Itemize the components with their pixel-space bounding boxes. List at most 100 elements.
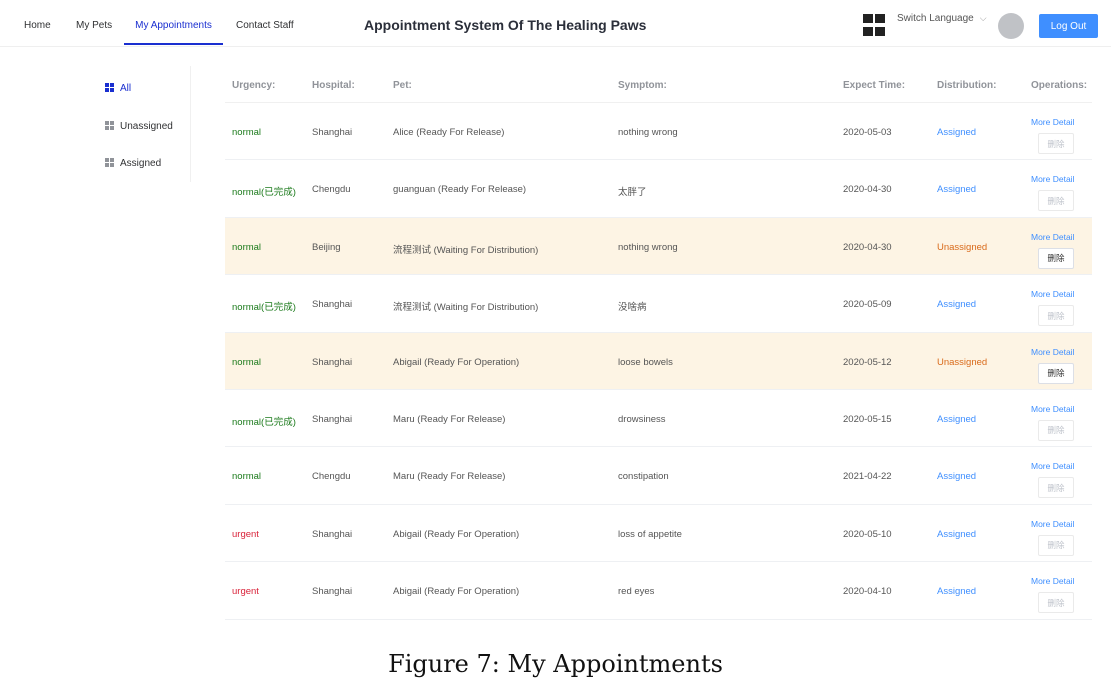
more-detail-link[interactable]: More Detail [1031,232,1074,242]
delete-button[interactable]: 删除 [1038,133,1074,154]
cell-urgency: normal(已完成) [232,302,296,314]
cell-pet: guanguan (Ready For Release) [393,184,527,196]
cell-urgency: urgent [232,586,259,598]
nav-my-appointments[interactable]: My Appointments [124,0,223,45]
cell-hospital: Shanghai [312,586,353,598]
cell-urgency: normal [232,356,262,368]
cell-hospital: Shanghai [312,356,353,368]
filter-assigned[interactable]: Assigned [105,158,161,169]
switch-language-dropdown[interactable]: Switch Language ⌵ [897,13,987,24]
nav-home[interactable]: Home [24,0,51,45]
grid-filter-icon [105,83,114,92]
delete-button[interactable]: 删除 [1038,419,1074,441]
more-detail-link[interactable]: More Detail [1031,576,1074,586]
cell-pet: Abigail (Ready For Operation) [393,528,520,540]
cell-urgency: normal(已完成) [232,416,296,428]
cell-symptom: loss of appetite [618,528,682,540]
cell-pet: 流程测试 (Waiting For Distribution) [393,302,539,314]
cell-expect-time: 2020-04-10 [843,586,892,598]
cell-expect-time: 2020-05-09 [843,299,892,311]
cell-distribution: Unassigned [937,356,988,368]
cell-pet: Maru (Ready For Release) [393,413,506,425]
delete-button[interactable]: 删除 [1038,305,1074,327]
grid-filter-icon [105,121,114,130]
cell-hospital: Shanghai [312,127,353,138]
cell-pet: 流程测试 (Waiting For Distribution) [393,244,539,256]
cell-urgency: normal [232,127,262,138]
filter-label: Assigned [120,158,162,169]
cell-expect-time: 2020-05-03 [843,127,892,138]
cell-symptom: loose bowels [618,356,673,368]
table-row: normal(已完成) Chengdu guanguan (Ready For Re… [225,160,1092,218]
table-header: Urgency: Hospital: Pet: Symptom: Expect … [225,68,1092,103]
cell-pet: Abigail (Ready For Operation) [393,356,520,368]
table-row: normal Shanghai Abigail (Ready For Operati… [225,332,1092,390]
cell-expect-time: 2021-04-22 [843,471,892,483]
delete-button[interactable]: 删除 [1038,190,1074,212]
app-title: Appointment System Of The Healing Paws [364,17,647,33]
cell-urgency: normal(已完成) [232,187,296,199]
cell-hospital: Shanghai [312,299,353,311]
column-header-distribution: Distribution: [937,80,997,91]
figure-caption: Figure 7: My Appointments [388,650,723,678]
cell-expect-time: 2020-04-30 [843,184,892,196]
delete-button[interactable]: 删除 [1038,362,1074,384]
filter-label: All [120,83,132,94]
column-header-operations: Operations: [1031,80,1088,91]
column-header-hospital: Hospital: [312,80,355,91]
cell-distribution: Assigned [937,586,977,598]
logout-button[interactable]: Log Out [1039,14,1098,38]
column-header-symptom: Symptom: [618,80,667,91]
table-row: normal(已完成) Shanghai 流程测试 (Waiting For Dis… [225,275,1092,333]
table-row: urgent Shanghai Abigail (Ready For Operati… [225,505,1092,563]
table-body: normal Shanghai Alice (Ready For Release) n… [225,103,1092,620]
delete-button[interactable]: 删除 [1038,592,1074,614]
cell-urgency: urgent [232,528,259,540]
more-detail-link[interactable]: More Detail [1031,174,1074,184]
cell-distribution: Assigned [937,127,977,138]
nav-contact-staff[interactable]: Contact Staff [236,0,294,45]
filter-label: Unassigned [120,121,173,132]
filter-all[interactable]: All [105,83,131,94]
cell-expect-time: 2020-05-15 [843,413,892,425]
filter-unassigned[interactable]: Unassigned [105,121,173,132]
cell-distribution: Assigned [937,528,977,540]
delete-button[interactable]: 删除 [1038,247,1074,269]
cell-pet: Maru (Ready For Release) [393,471,506,483]
cell-urgency: normal [232,241,262,253]
more-detail-link[interactable]: More Detail [1031,519,1074,529]
more-detail-link[interactable]: More Detail [1031,289,1074,299]
cell-hospital: Chengdu [312,471,351,483]
cell-pet: Alice (Ready For Release) [393,127,505,138]
grid-menu-icon[interactable] [863,14,886,37]
delete-button[interactable]: 删除 [1038,477,1074,499]
avatar[interactable] [998,13,1024,39]
table-row: normal(已完成) Shanghai Maru (Ready For Relea… [225,390,1092,448]
column-header-urgency: Urgency: [232,80,276,91]
cell-symptom: 太胖了 [618,187,647,199]
filter-sidebar: All Unassigned Assigned [100,66,191,182]
more-detail-link[interactable]: More Detail [1031,404,1074,414]
cell-expect-time: 2020-05-10 [843,528,892,540]
cell-symptom: nothing wrong [618,241,678,253]
cell-distribution: Unassigned [937,241,988,253]
chevron-down-icon: ⌵ [979,13,987,23]
cell-expect-time: 2020-04-30 [843,241,892,253]
column-header-expect-time: Expect Time: [843,80,906,91]
cell-distribution: Assigned [937,471,977,483]
more-detail-link[interactable]: More Detail [1031,117,1074,127]
delete-button[interactable]: 删除 [1038,534,1074,556]
grid-filter-icon [105,158,114,167]
cell-pet: Abigail (Ready For Operation) [393,586,520,598]
cell-distribution: Assigned [937,184,977,196]
table-row: normal Chengdu Maru (Ready For Release) con… [225,447,1092,505]
cell-symptom: nothing wrong [618,127,678,138]
cell-hospital: Chengdu [312,184,351,196]
cell-expect-time: 2020-05-12 [843,356,892,368]
cell-hospital: Shanghai [312,413,353,425]
appointments-table: Urgency: Hospital: Pet: Symptom: Expect … [225,68,1092,620]
more-detail-link[interactable]: More Detail [1031,347,1074,357]
more-detail-link[interactable]: More Detail [1031,461,1074,471]
cell-symptom: red eyes [618,586,655,598]
nav-my-pets[interactable]: My Pets [76,0,112,45]
